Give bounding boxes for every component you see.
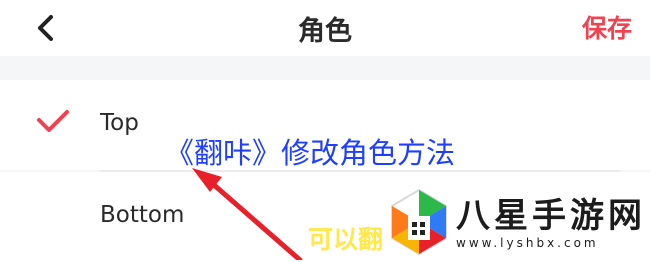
watermark-logo-icon bbox=[391, 188, 447, 256]
watermark-title: 八星手游网 bbox=[456, 196, 646, 236]
watermark-url: www.lyshbx.com bbox=[456, 236, 599, 250]
tutorial-subtext: 可以翻 bbox=[308, 225, 384, 254]
tutorial-caption: 《翻咔》修改角色方法 bbox=[165, 136, 456, 170]
site-watermark: 八星手游网 www.lyshbx.com bbox=[456, 196, 646, 256]
